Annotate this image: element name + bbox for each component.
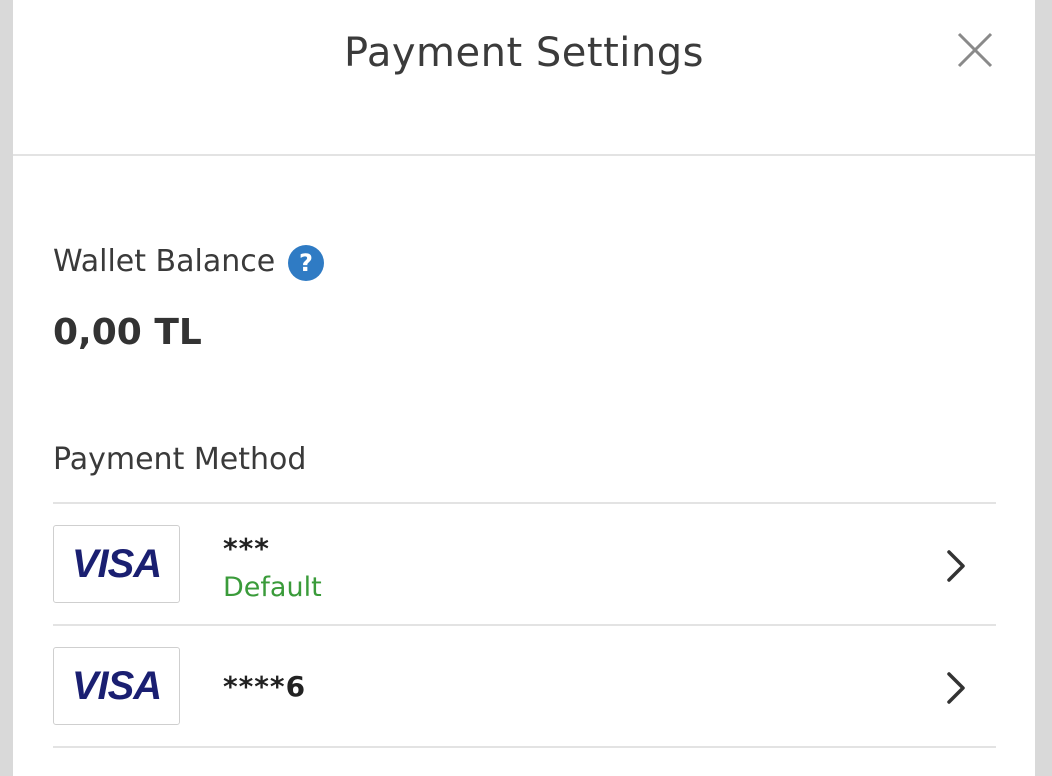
payment-method-item[interactable]: VISA ****6 bbox=[53, 626, 996, 748]
visa-card-icon: VISA bbox=[53, 647, 180, 725]
payment-method-list: VISA *** Default VISA ****6 bbox=[53, 502, 996, 748]
chevron-right-icon bbox=[947, 672, 965, 704]
close-button[interactable] bbox=[953, 28, 997, 72]
chevron-right-icon bbox=[947, 550, 965, 582]
masked-card-number: ****6 bbox=[223, 670, 307, 703]
payment-settings-panel: Payment Settings Wallet Balance ? 0,00 T… bbox=[13, 0, 1035, 776]
card-brand: VISA bbox=[71, 664, 162, 708]
backdrop-left bbox=[0, 0, 13, 776]
close-icon bbox=[957, 32, 993, 68]
wallet-balance-label: Wallet Balance bbox=[53, 244, 276, 279]
panel-header: Payment Settings bbox=[13, 0, 1035, 156]
masked-card-number: *** bbox=[223, 532, 270, 565]
page-title: Payment Settings bbox=[344, 30, 704, 76]
visa-card-icon: VISA bbox=[53, 525, 180, 603]
card-brand: VISA bbox=[71, 542, 162, 586]
backdrop-right bbox=[1035, 0, 1052, 776]
payment-method-label: Payment Method bbox=[53, 442, 307, 477]
payment-method-item[interactable]: VISA *** Default bbox=[53, 504, 996, 626]
help-icon[interactable]: ? bbox=[288, 245, 324, 281]
default-status: Default bbox=[223, 572, 322, 603]
wallet-balance-value: 0,00 TL bbox=[53, 312, 202, 353]
